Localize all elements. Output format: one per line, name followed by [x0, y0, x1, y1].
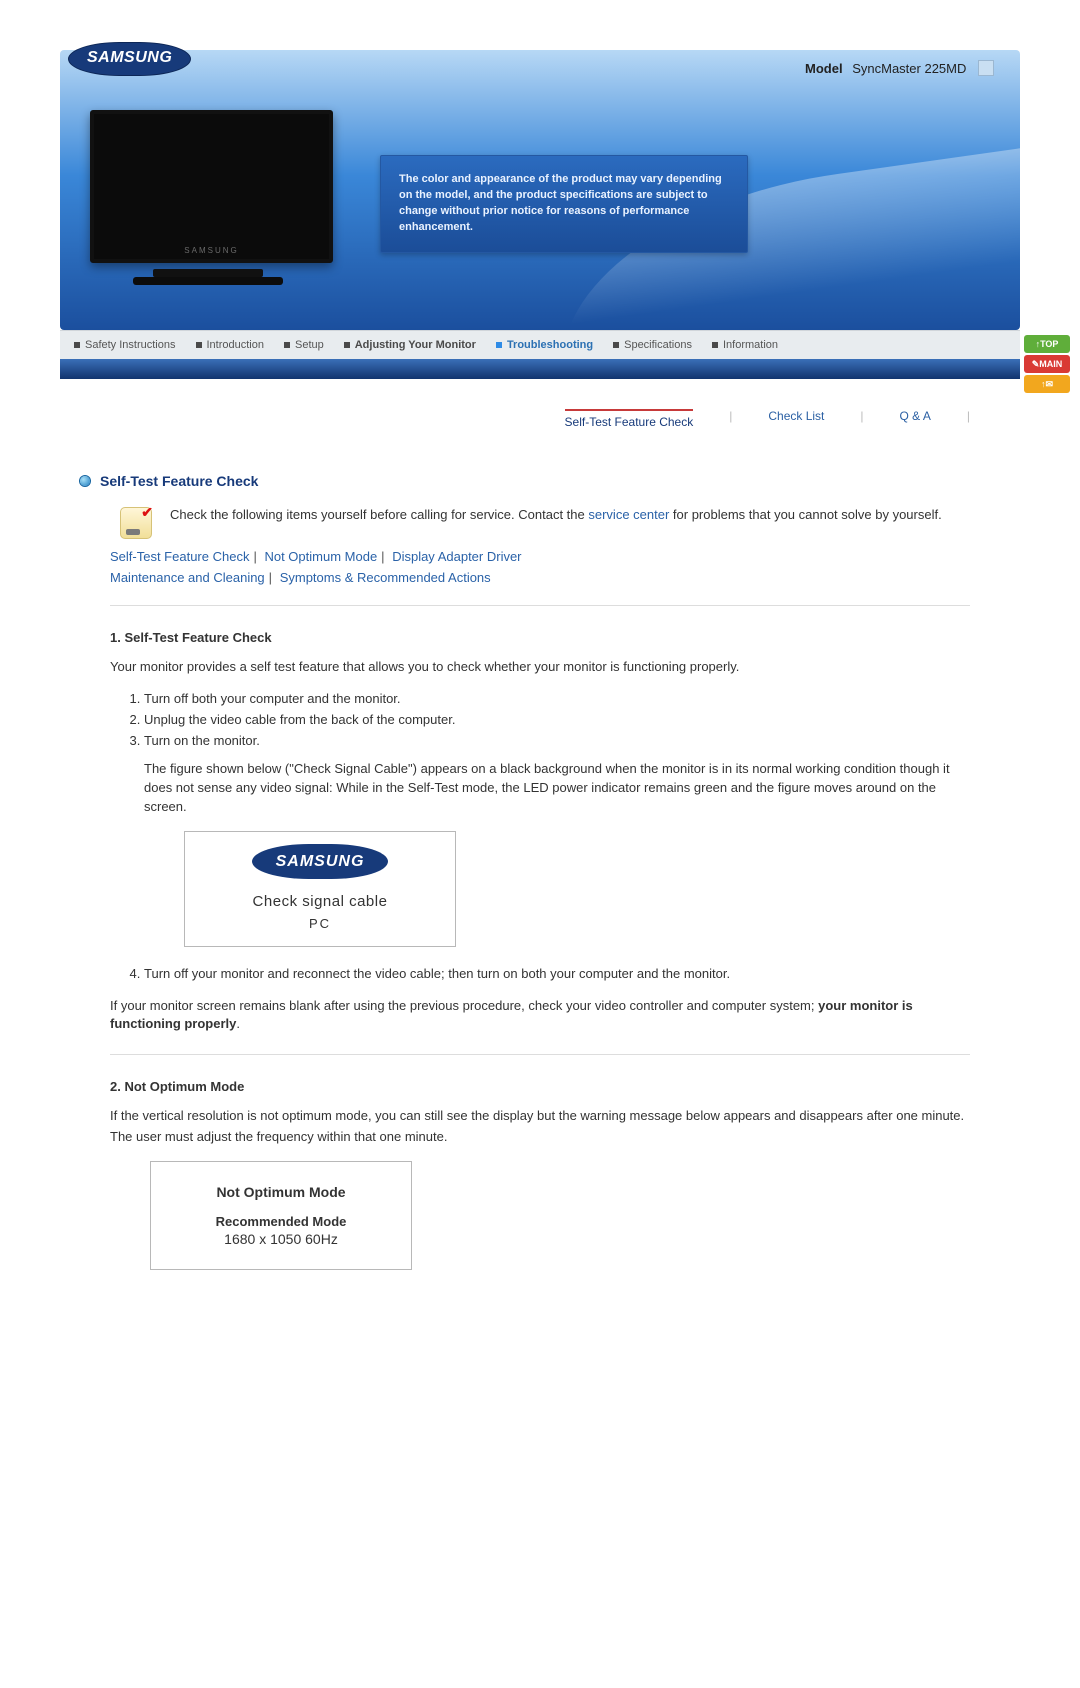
nav-specifications[interactable]: Specifications — [613, 339, 692, 351]
nav-label: Specifications — [624, 339, 692, 351]
nav-label: Information — [723, 339, 778, 351]
s2-p1: If the vertical resolution is not optimu… — [110, 1107, 970, 1126]
nav-introduction[interactable]: Introduction — [196, 339, 264, 351]
nav-safety-instructions[interactable]: Safety Instructions — [74, 339, 176, 351]
divider — [110, 605, 970, 606]
nav-adjusting[interactable]: Adjusting Your Monitor — [344, 339, 476, 351]
subnav-self-test[interactable]: Self-Test Feature Check — [565, 409, 694, 433]
goto-main-button[interactable]: ✎ MAIN — [1024, 355, 1070, 373]
figure-not-optimum: Not Optimum Mode Recommended Mode 1680 x… — [150, 1161, 412, 1270]
section-1: 1. Self-Test Feature Check Your monitor … — [110, 630, 970, 1034]
s1-step-1: Turn off both your computer and the moni… — [144, 690, 970, 709]
main-nav: Safety Instructions Introduction Setup A… — [60, 330, 1020, 359]
sub-nav: Self-Test Feature Check | Check List | Q… — [60, 409, 1020, 433]
nav-label: Introduction — [207, 339, 264, 351]
link-self-test[interactable]: Self-Test Feature Check — [110, 549, 249, 564]
disclaimer-box: The color and appearance of the product … — [380, 155, 748, 253]
content-area: Self-Test Feature Check Check the follow… — [60, 473, 1020, 1270]
anchor-links-row-1: Self-Test Feature Check| Not Optimum Mod… — [110, 549, 1000, 564]
nav-information[interactable]: Information — [712, 339, 778, 351]
link-not-optimum[interactable]: Not Optimum Mode — [264, 549, 377, 564]
s1-step-2: Unplug the video cable from the back of … — [144, 711, 970, 730]
section-heading: Self-Test Feature Check — [80, 473, 1000, 489]
link-display-adapter[interactable]: Display Adapter Driver — [392, 549, 521, 564]
nav-setup[interactable]: Setup — [284, 339, 324, 351]
product-illustration: SAMSUNG — [90, 110, 325, 280]
fig2-line1: Not Optimum Mode — [151, 1184, 411, 1200]
divider — [110, 1054, 970, 1055]
nav-label: Safety Instructions — [85, 339, 176, 351]
subnav-check-list[interactable]: Check List — [768, 409, 824, 433]
model-swatch — [978, 60, 994, 76]
s2-p2: The user must adjust the frequency withi… — [110, 1128, 970, 1147]
s1-step-3: Turn on the monitor. The figure shown be… — [144, 732, 970, 947]
bullet-icon — [80, 476, 90, 486]
nav-label: Setup — [295, 339, 324, 351]
header-footer-stripe — [60, 359, 1020, 379]
model-row: Model SyncMaster 225MD — [805, 60, 994, 76]
anchor-links-row-2: Maintenance and Cleaning| Symptoms & Rec… — [110, 570, 1000, 585]
figure-check-signal: SAMSUNG Check signal cable PC — [184, 831, 456, 947]
intro-text: Check the following items yourself befor… — [170, 507, 942, 539]
link-maintenance[interactable]: Maintenance and Cleaning — [110, 570, 265, 585]
s1-heading: 1. Self-Test Feature Check — [110, 630, 970, 645]
fig2-line2: Recommended Mode — [151, 1214, 411, 1229]
fig2-line3: 1680 x 1050 60Hz — [151, 1231, 411, 1247]
s1-closing: If your monitor screen remains blank aft… — [110, 997, 970, 1035]
hero-area: SAMSUNG The color and appearance of the … — [60, 50, 1020, 330]
model-label: Model — [805, 61, 843, 76]
side-shortcut-buttons: ↑ TOP ✎ MAIN ↑ ✉ — [1024, 335, 1070, 393]
header-banner: SAMSUNG Model SyncMaster 225MD SAMSUNG T… — [60, 50, 1020, 379]
brand-logo-text: SAMSUNG — [68, 42, 191, 76]
figure-line1: Check signal cable — [185, 891, 455, 913]
section-title: Self-Test Feature Check — [100, 473, 258, 489]
s1-step-4: Turn off your monitor and reconnect the … — [144, 965, 970, 984]
figure-line2: PC — [185, 915, 455, 934]
monitor-brand-text: SAMSUNG — [184, 246, 238, 255]
mail-button[interactable]: ↑ ✉ — [1024, 375, 1070, 393]
brand-logo: SAMSUNG — [68, 42, 191, 76]
nav-label: Adjusting Your Monitor — [355, 339, 476, 351]
nav-troubleshooting[interactable]: Troubleshooting — [496, 339, 593, 351]
figure-brand-logo: SAMSUNG — [252, 844, 389, 879]
checklist-icon — [120, 507, 152, 539]
nav-label: Troubleshooting — [507, 339, 593, 351]
intro-row: Check the following items yourself befor… — [120, 507, 1000, 539]
s1-step3-note: The figure shown below ("Check Signal Ca… — [144, 760, 970, 817]
goto-top-button[interactable]: ↑ TOP — [1024, 335, 1070, 353]
s2-heading: 2. Not Optimum Mode — [110, 1079, 970, 1094]
section-2: 2. Not Optimum Mode If the vertical reso… — [110, 1079, 970, 1270]
service-center-link[interactable]: service center — [588, 507, 669, 522]
s1-intro: Your monitor provides a self test featur… — [110, 658, 970, 677]
model-value: SyncMaster 225MD — [852, 61, 966, 76]
link-symptoms[interactable]: Symptoms & Recommended Actions — [280, 570, 491, 585]
s1-steps: Turn off both your computer and the moni… — [144, 690, 970, 984]
subnav-qa[interactable]: Q & A — [900, 409, 931, 433]
